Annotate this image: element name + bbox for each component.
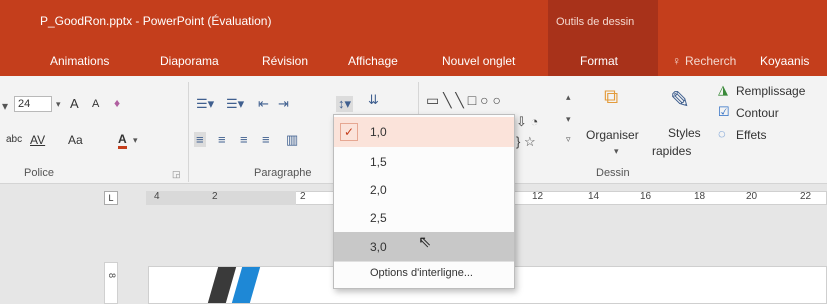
vertical-ruler-label: 8 [107,273,117,279]
font-dialog-launcher-icon[interactable]: ◲ [172,169,181,180]
tab-stop-selector[interactable]: L [104,191,118,205]
line-spacing-option-2-0[interactable]: 2,0 [334,175,514,205]
increase-indent-icon[interactable]: ⇥ [278,96,289,112]
ruler-label: 16 [640,191,652,202]
checkmark-icon: ✓ [340,123,358,141]
shapes-gallery-row-1[interactable]: ▭ ╲ ╲ □ ○ ○ [426,92,501,109]
ruler-label: 2 [212,191,218,202]
clear-formatting-icon[interactable]: ♦ [114,96,120,110]
font-size-dropdown-icon[interactable]: ▾ [56,99,61,110]
decrease-indent-icon[interactable]: ⇤ [258,96,269,112]
ruler-label: 4 [154,191,160,202]
numbering-icon[interactable]: ☰▾ [226,96,244,112]
tell-me-label: Recherch [685,54,737,68]
gallery-scroll-up-icon[interactable]: ▴ [566,92,571,103]
tab-revision[interactable]: Révision [262,54,308,68]
tab-nouvel-onglet[interactable]: Nouvel onglet [442,54,515,68]
bullets-icon[interactable]: ☰▾ [196,96,214,112]
font-size-field[interactable]: 24 [14,96,52,112]
tab-format[interactable]: Format [580,54,618,68]
arrange-button[interactable]: Organiser [586,128,639,142]
line-spacing-option-1-0[interactable]: ✓ 1,0 [334,117,514,147]
tab-diaporama[interactable]: Diaporama [160,54,219,68]
ruler-label: 12 [532,191,544,202]
shape-fill-button[interactable]: Remplissage [736,84,805,98]
shapes-gallery-row-3[interactable]: } ☆ [516,134,536,150]
shape-effects-icon[interactable]: ◌ [718,126,726,141]
line-spacing-options-link[interactable]: Options d'interligne... [370,267,473,279]
line-spacing-icon[interactable]: ↕▾ [336,96,354,112]
align-left-icon[interactable]: ≡ [194,132,206,147]
window-title: P_GoodRon.pptx - PowerPoint (Évaluation) [40,14,272,28]
group-label-police: Police [24,167,54,179]
line-spacing-menu: ✓ 1,0 1,5 2,0 2,5 3,0 [333,114,515,289]
font-name-dropdown-arrow[interactable]: ▾ [2,99,8,113]
group-separator [188,82,189,182]
menu-separator [334,261,514,262]
line-spacing-option-label: 2,5 [370,211,387,225]
line-spacing-option-2-5[interactable]: 2,5 [334,203,514,233]
shrink-font-button[interactable]: A [92,98,99,110]
shape-outline-icon[interactable]: ☑ [718,104,730,120]
shape-fill-icon[interactable]: ◮ [718,82,728,98]
ruler-label: 2 [300,191,306,202]
grow-font-button[interactable]: A [70,96,79,111]
align-right-icon[interactable]: ≡ [240,132,248,147]
shape-outline-button[interactable]: Contour [736,106,779,120]
gallery-more-icon[interactable]: ▿ [566,134,571,145]
group-label-dessin: Dessin [596,167,630,179]
contextual-tab-group-label: Outils de dessin [556,16,635,28]
line-spacing-option-label: 3,0 [370,240,387,254]
text-direction-icon[interactable]: ⇊ [368,92,379,108]
tab-affichage[interactable]: Affichage [348,54,398,68]
user-name[interactable]: Koyaanis [760,54,809,68]
vertical-ruler[interactable]: 8 [104,262,118,304]
columns-icon[interactable]: ▥ [286,132,298,148]
ruler-margin-area [146,191,296,205]
character-spacing-button[interactable]: AV [30,133,45,147]
font-color-button[interactable]: A [118,132,127,149]
line-spacing-option-label: 2,0 [370,183,387,197]
tab-animations[interactable]: Animations [50,54,109,68]
quick-styles-button[interactable]: Styles [668,126,701,140]
font-color-dropdown-icon[interactable]: ▾ [133,135,138,146]
change-case-button[interactable]: Aa [68,133,83,147]
align-center-icon[interactable]: ≡ [218,132,226,147]
tell-me-search[interactable]: ♀ Recherch [672,54,736,68]
arrange-icon[interactable]: ⧉ [604,86,618,109]
group-label-paragraphe: Paragraphe [254,167,312,179]
gallery-scroll-down-icon[interactable]: ▾ [566,114,571,125]
justify-icon[interactable]: ≡ [262,132,270,147]
lightbulb-icon: ♀ [672,54,681,68]
line-spacing-option-1-5[interactable]: 1,5 [334,147,514,177]
quick-styles-icon[interactable]: ✎ [670,86,690,115]
ruler-label: 14 [588,191,600,202]
shapes-gallery-row-2[interactable]: ⇩ ◔ [516,114,538,130]
mouse-pointer-icon: ⇖ [418,234,432,251]
arrange-dropdown-icon[interactable]: ▾ [614,146,619,157]
ruler-label: 18 [694,191,706,202]
line-spacing-option-label: 1,0 [370,125,387,139]
strikethrough-button[interactable]: abc [6,134,22,145]
slide-stripe-dark [203,267,237,303]
line-spacing-option-label: 1,5 [370,155,387,169]
shape-effects-button[interactable]: Effets [736,128,766,142]
quick-styles-sub-label[interactable]: rapides [652,144,691,158]
ruler-label: 20 [746,191,758,202]
ruler-label: 22 [800,191,812,202]
